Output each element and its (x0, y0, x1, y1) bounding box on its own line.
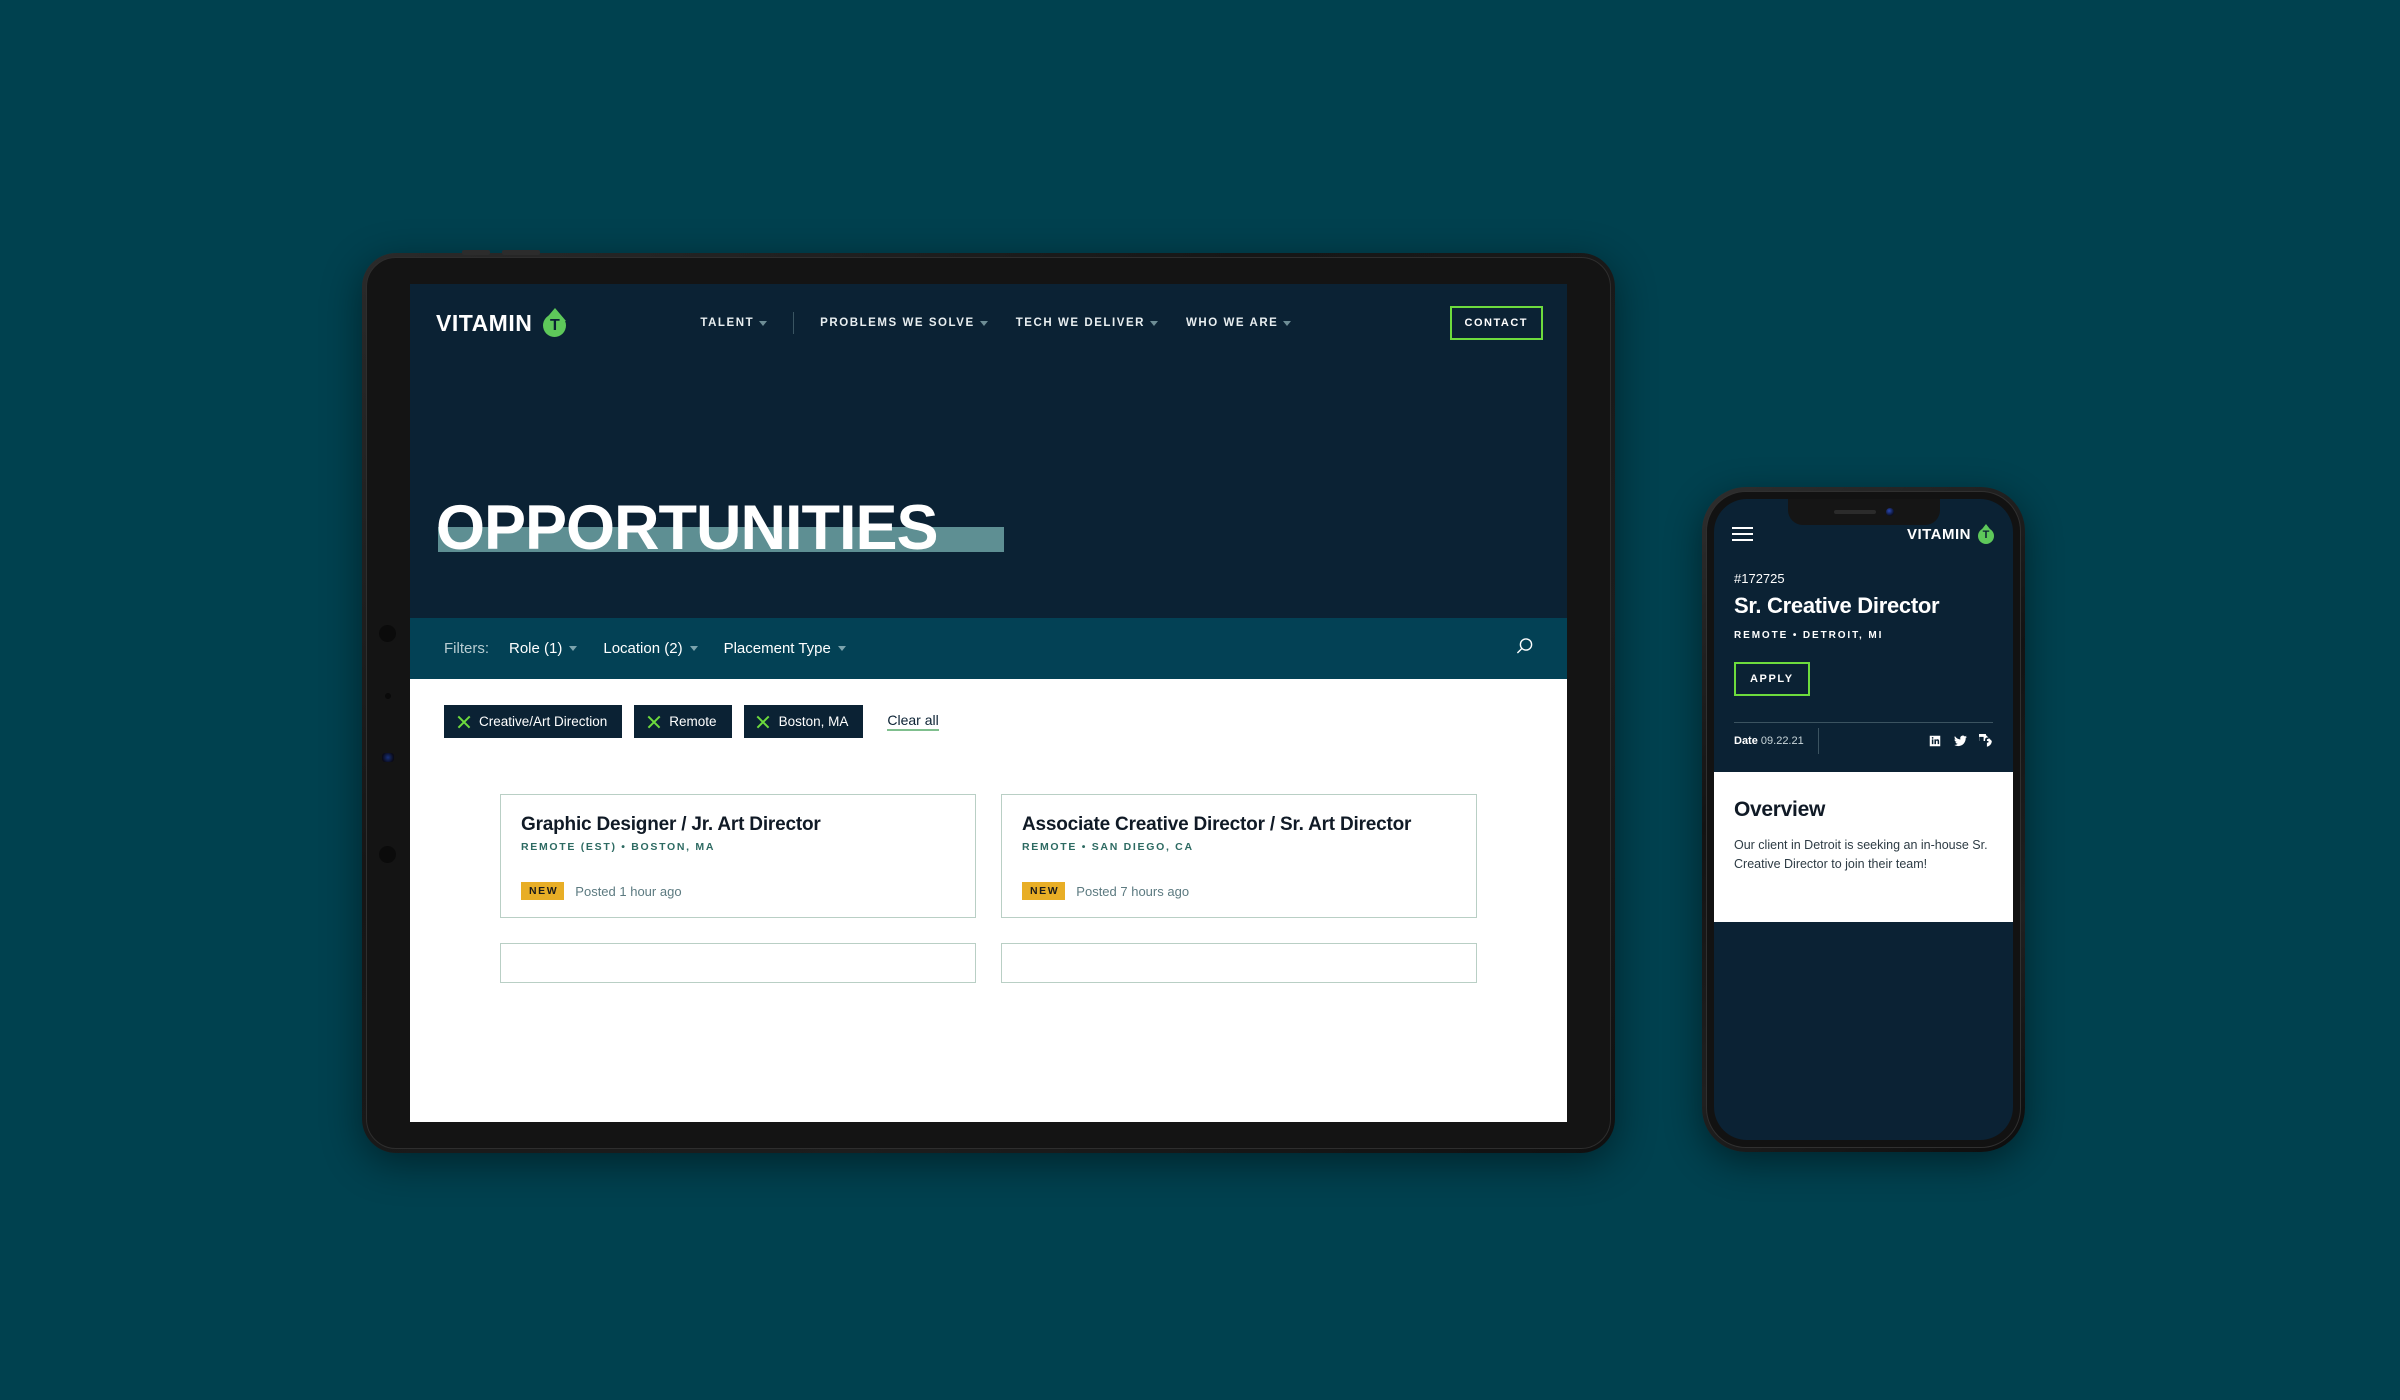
tablet-sensor-icon (385, 693, 391, 699)
nav-divider (793, 312, 795, 334)
contact-button[interactable]: CONTACT (1449, 306, 1543, 340)
job-date-value: 09.22.21 (1760, 735, 1804, 748)
close-icon[interactable] (457, 715, 470, 728)
linkedin-icon[interactable] (1928, 734, 1942, 748)
job-detail-meta: Date 09.22.21 (1734, 721, 1993, 760)
chevron-down-icon (1150, 320, 1159, 326)
logo-mark-letter: T (549, 317, 560, 334)
apply-button[interactable]: APPLY (1734, 661, 1810, 696)
twitter-icon[interactable] (1953, 734, 1968, 748)
job-card-meta: NEW Posted 7 hours ago (1022, 882, 1456, 900)
filter-chip-label: Remote (669, 714, 717, 729)
job-detail-body: #172725 Sr. Creative Director REMOTE • D… (1714, 557, 2013, 760)
tablet-camera-secondary-icon (379, 846, 396, 863)
social-share-links (1928, 734, 1993, 748)
nav-item-label: TECH WE DELIVER (1015, 317, 1146, 329)
page-canvas: VITAMIN T TALENT PROBLEMS WE SOLVE TECH … (0, 0, 2400, 1400)
filter-chip-label: Creative/Art Direction (479, 714, 608, 729)
filter-bar: Filters: Role (1) Location (2) Placement… (410, 618, 1567, 679)
phone-device-frame: VITAMIN T #172725 Sr. Creative Director … (1702, 487, 2025, 1152)
job-card-location: REMOTE • SAN DIEGO, CA (1022, 841, 1194, 853)
logo-wordmark: VITAMIN (1906, 525, 1971, 543)
overview-body: Our client in Detroit is seeking an in-h… (1734, 837, 1988, 872)
logo-mark-letter: T (1982, 528, 1990, 541)
chevron-down-icon (979, 320, 988, 326)
filter-dropdown-label: Role (1) (509, 640, 563, 657)
filter-chip-creative-art-direction[interactable]: Creative/Art Direction (444, 705, 623, 738)
tablet-top-button-2 (502, 250, 540, 255)
filter-chip-label: Boston, MA (778, 714, 849, 729)
filter-dropdown-role[interactable]: Role (1) (509, 640, 578, 657)
site-logo[interactable]: VITAMIN T (436, 308, 568, 338)
filter-dropdown-placement-type[interactable]: Placement Type (724, 640, 846, 657)
nav-item-label: TALENT (700, 317, 755, 329)
job-detail-location: REMOTE • DETROIT, MI (1734, 629, 1884, 641)
filter-dropdown-location[interactable]: Location (2) (603, 640, 698, 657)
job-card-title: Associate Creative Director / Sr. Art Di… (1022, 814, 1412, 835)
filters-label: Filters: (444, 640, 489, 657)
close-icon[interactable] (647, 715, 660, 728)
hero-title-wrap: OPPORTUNITIES (436, 493, 1004, 563)
overview-section: Overview Our client in Detroit is seekin… (1714, 771, 2013, 922)
job-detail-title: Sr. Creative Director (1734, 593, 1940, 618)
job-card-title: Graphic Designer / Jr. Art Director (521, 814, 821, 835)
active-filter-chips: Creative/Art Direction Remote Boston, MA… (410, 705, 1567, 738)
logo-wordmark: VITAMIN (436, 309, 533, 336)
nav-item-label: WHO WE ARE (1186, 317, 1279, 329)
job-card[interactable]: Associate Creative Director / Sr. Art Di… (1001, 794, 1477, 918)
job-results-grid: Graphic Designer / Jr. Art Director REMO… (410, 794, 1567, 983)
nav-item-label: PROBLEMS WE SOLVE (820, 317, 975, 329)
hamburger-menu-icon[interactable] (1732, 527, 1753, 541)
nav-item-problems-we-solve[interactable]: PROBLEMS WE SOLVE (806, 317, 1002, 329)
job-card[interactable]: Graphic Designer / Jr. Art Director REMO… (500, 794, 976, 918)
chevron-down-icon (689, 646, 698, 651)
phone-notch (1787, 499, 1940, 525)
nav-item-talent[interactable]: TALENT (686, 317, 781, 329)
job-card[interactable] (500, 943, 976, 983)
phone-screen: VITAMIN T #172725 Sr. Creative Director … (1714, 499, 2013, 1140)
close-icon[interactable] (757, 715, 770, 728)
job-card-posted: Posted 1 hour ago (575, 883, 682, 899)
facebook-icon[interactable] (1979, 734, 1993, 748)
search-icon[interactable] (1514, 636, 1535, 662)
job-card[interactable] (1001, 943, 1477, 983)
tablet-device-frame: VITAMIN T TALENT PROBLEMS WE SOLVE TECH … (362, 250, 1615, 1153)
job-date: Date 09.22.21 (1734, 735, 1818, 747)
nav-item-who-we-are[interactable]: WHO WE ARE (1172, 317, 1305, 329)
filter-chip-boston-ma[interactable]: Boston, MA (743, 705, 864, 738)
tablet-top-button-1 (462, 250, 490, 255)
tablet-screen: VITAMIN T TALENT PROBLEMS WE SOLVE TECH … (410, 284, 1567, 1122)
page-title: OPPORTUNITIES (436, 493, 939, 563)
site-header: VITAMIN T TALENT PROBLEMS WE SOLVE TECH … (410, 284, 1567, 362)
status-badge: NEW (1022, 882, 1066, 900)
job-card-location: REMOTE (EST) • BOSTON, MA (521, 841, 716, 853)
meta-divider (1817, 728, 1819, 755)
site-logo[interactable]: VITAMIN T (1906, 523, 1995, 545)
chevron-down-icon (759, 320, 768, 326)
job-date-label: Date (1734, 735, 1758, 748)
filter-chip-remote[interactable]: Remote (634, 705, 732, 738)
nav-item-tech-we-deliver[interactable]: TECH WE DELIVER (1002, 317, 1172, 329)
hero-section: OPPORTUNITIES (410, 362, 1567, 618)
tablet-camera-icon (379, 625, 396, 642)
job-card-posted: Posted 7 hours ago (1076, 883, 1190, 899)
job-card-meta: NEW Posted 1 hour ago (521, 882, 955, 900)
speaker-grille-icon (1833, 510, 1876, 514)
status-badge: NEW (521, 882, 565, 900)
filter-dropdown-label: Placement Type (723, 640, 831, 657)
vitamin-droplet-icon: T (541, 308, 568, 338)
results-panel: Creative/Art Direction Remote Boston, MA… (410, 679, 1567, 1122)
job-id: #172725 (1734, 571, 1785, 586)
chevron-down-icon (569, 646, 578, 651)
overview-heading: Overview (1734, 797, 1825, 821)
chevron-down-icon (1283, 320, 1292, 326)
tablet-indicator-led-icon (382, 753, 394, 762)
chevron-down-icon (837, 646, 846, 651)
main-navigation: TALENT PROBLEMS WE SOLVE TECH WE DELIVER… (686, 312, 1305, 334)
front-camera-icon (1885, 508, 1894, 516)
vitamin-droplet-icon: T (1977, 523, 1995, 545)
clear-all-link[interactable]: Clear all (887, 712, 939, 731)
filter-dropdown-label: Location (2) (603, 640, 683, 657)
